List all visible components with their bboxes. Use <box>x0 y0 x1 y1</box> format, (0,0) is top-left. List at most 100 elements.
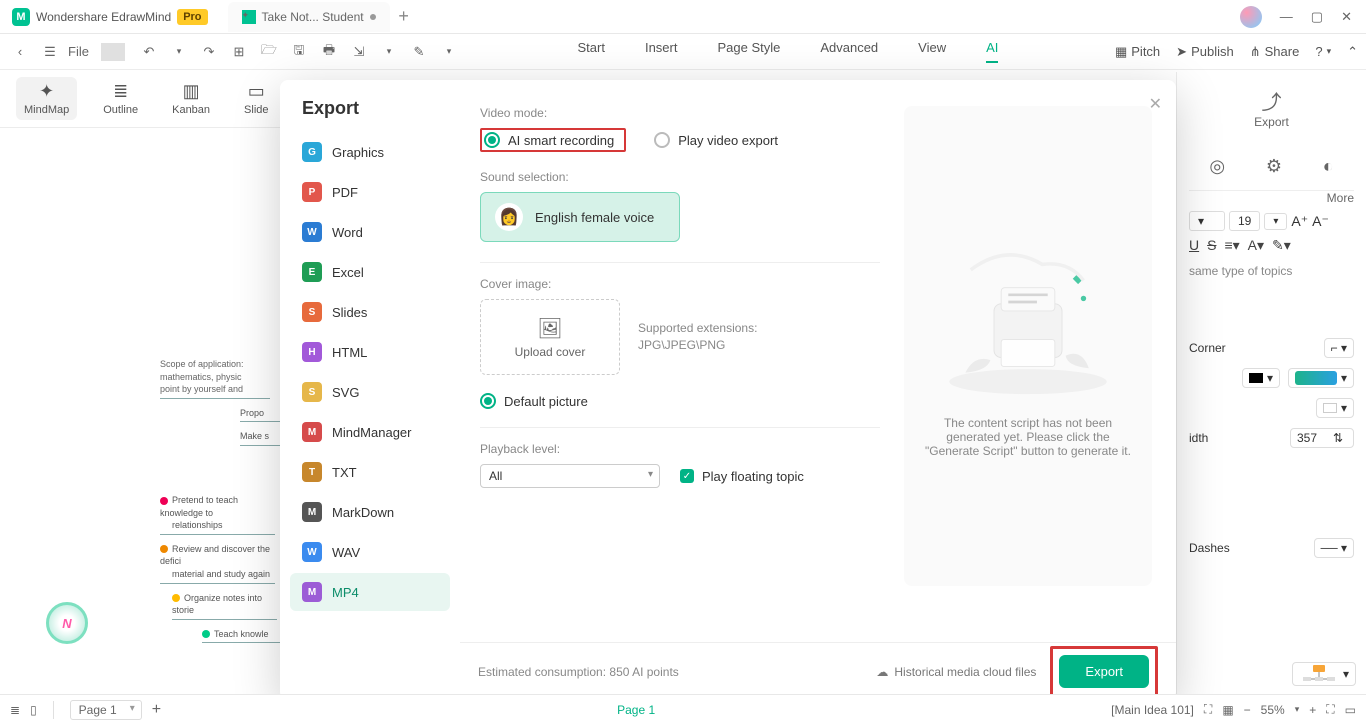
strike-icon[interactable]: S <box>1207 237 1216 254</box>
maximize-button[interactable]: ▢ <box>1311 9 1323 25</box>
tab-advanced[interactable]: Advanced <box>820 40 878 63</box>
publish-button[interactable]: ➤Publish <box>1176 44 1234 60</box>
view-outline[interactable]: ≣ Outline <box>95 77 146 120</box>
cloud-files-link[interactable]: ☁ Historical media cloud files <box>876 665 1036 679</box>
playback-level-select[interactable]: All <box>480 464 660 488</box>
add-page-button[interactable]: + <box>152 701 161 719</box>
publish-icon: ➤ <box>1176 44 1187 60</box>
dashes-select[interactable]: ── ▾ <box>1314 538 1354 558</box>
format-item-mindmanager[interactable]: MMindManager <box>290 413 450 451</box>
format-item-svg[interactable]: SSVG <box>290 373 450 411</box>
pin-icon[interactable]: ◎ <box>1209 156 1225 177</box>
more-link[interactable]: More <box>1189 191 1354 205</box>
layers-icon[interactable]: ≣ <box>10 703 20 717</box>
play-floating-checkbox[interactable]: ✓ Play floating topic <box>680 469 804 484</box>
pitch-button[interactable]: ▦Pitch <box>1115 44 1160 60</box>
radio-label: Play video export <box>678 133 778 148</box>
export-dd-icon[interactable]: ▾ <box>377 46 401 57</box>
zoom-out-button[interactable]: − <box>1244 703 1251 717</box>
border-color-select[interactable]: ▾ <box>1316 398 1354 418</box>
redo-icon[interactable]: ↷ <box>197 44 221 60</box>
printer-illustration-icon <box>938 234 1118 404</box>
zoom-level[interactable]: 55% <box>1261 703 1285 717</box>
tab-ai[interactable]: AI <box>986 40 998 63</box>
edit-dd-icon[interactable]: ▾ <box>437 46 461 57</box>
format-item-graphics[interactable]: GGraphics <box>290 133 450 171</box>
panel-icon[interactable]: ▯ <box>30 703 37 717</box>
export-mini-icon[interactable]: ⇲ <box>347 44 371 60</box>
voice-selection[interactable]: 👩 English female voice <box>480 192 680 242</box>
font-size-input[interactable]: 19 <box>1229 211 1260 231</box>
document-tab[interactable]: ✦ Take Not... Student <box>228 2 390 32</box>
upload-cover-button[interactable]: 🖼 Upload cover <box>480 299 620 375</box>
font-smaller-icon[interactable]: A⁻ <box>1312 213 1329 230</box>
radio-play-video-export[interactable]: Play video export <box>654 132 778 148</box>
align-icon[interactable]: ≡▾ <box>1224 237 1239 254</box>
grid-icon[interactable]: ▦ <box>1222 703 1233 717</box>
export-tool[interactable]: ⤴ Export <box>1189 80 1354 143</box>
close-button[interactable]: ✕ <box>1341 9 1352 25</box>
view-kanban[interactable]: ▥ Kanban <box>164 77 218 120</box>
save-icon[interactable]: 🖫 <box>287 41 311 63</box>
corner-select[interactable]: ⌐ ▾ <box>1324 338 1354 358</box>
gear-icon[interactable]: ⚙ <box>1266 156 1282 177</box>
format-item-markdown[interactable]: MMarkDown <box>290 493 450 531</box>
text-color-icon[interactable]: A▾ <box>1248 237 1264 254</box>
file-menu[interactable]: File <box>68 44 89 59</box>
undo-icon[interactable]: ↶ <box>137 44 161 60</box>
view-slide[interactable]: ▭ Slide <box>236 77 276 120</box>
menu-tabs: Start Insert Page Style Advanced View AI <box>461 40 1115 63</box>
collapse-panel-icon[interactable]: ▭ <box>1345 703 1356 717</box>
format-item-txt[interactable]: TTXT <box>290 453 450 491</box>
fill-select[interactable]: ▾ <box>1242 368 1280 388</box>
format-item-slides[interactable]: SSlides <box>290 293 450 331</box>
format-item-mp4[interactable]: MMP4 <box>290 573 450 611</box>
help-button[interactable]: ?▾ <box>1315 44 1331 59</box>
tab-insert[interactable]: Insert <box>645 40 678 63</box>
highlight-icon[interactable]: ✎▾ <box>1272 237 1291 254</box>
ai-assistant-button[interactable]: N <box>46 602 88 644</box>
app-tab[interactable]: M Wondershare EdrawMind Pro <box>0 0 220 34</box>
width-input[interactable]: 357⇅ <box>1290 428 1354 448</box>
share-button[interactable]: ⋔Share <box>1250 44 1300 60</box>
undo-dd-icon[interactable]: ▾ <box>167 46 191 57</box>
gradient-select[interactable]: ▾ <box>1288 368 1354 388</box>
format-item-word[interactable]: WWord <box>290 213 450 251</box>
dialog-close-button[interactable]: ✕ <box>1149 94 1162 114</box>
tab-view[interactable]: View <box>918 40 946 63</box>
tab-start[interactable]: Start <box>577 40 604 63</box>
view-mindmap[interactable]: ✦ MindMap <box>16 77 77 120</box>
new-icon[interactable]: ⊞ <box>227 44 251 60</box>
export-button[interactable]: Export <box>1059 655 1149 688</box>
cloud-icon: ☁ <box>876 665 888 679</box>
layout-select[interactable]: ▾ <box>1292 662 1356 686</box>
font-family-select[interactable]: ▾ <box>1189 211 1225 231</box>
collapse-icon[interactable]: ⌃ <box>1347 44 1358 60</box>
fullscreen-icon[interactable]: ⛶ <box>1326 702 1334 717</box>
fit-icon[interactable]: ⛶ <box>1204 702 1212 717</box>
format-item-excel[interactable]: EExcel <box>290 253 450 291</box>
open-icon[interactable]: 🗁 <box>257 41 281 63</box>
menu-icon[interactable]: ☰ <box>38 44 62 60</box>
user-avatar[interactable] <box>1240 6 1262 28</box>
export-settings-column: Video mode: AI smart recording Play vide… <box>480 106 880 632</box>
format-item-wav[interactable]: WWAV <box>290 533 450 571</box>
back-icon[interactable]: ‹ <box>8 44 32 59</box>
clock-icon[interactable]: ◐ <box>1323 156 1334 177</box>
page-selector[interactable]: Page 1 <box>70 700 142 720</box>
tab-page-style[interactable]: Page Style <box>717 40 780 63</box>
radio-default-picture[interactable]: Default picture <box>480 393 880 409</box>
zoom-in-button[interactable]: + <box>1309 703 1316 717</box>
format-item-html[interactable]: HHTML <box>290 333 450 371</box>
format-item-pdf[interactable]: PPDF <box>290 173 450 211</box>
edit-icon[interactable]: ✎ <box>407 44 431 60</box>
font-size-dd[interactable]: ▾ <box>1264 213 1287 230</box>
print-icon[interactable]: 🖶 <box>317 41 341 63</box>
font-bigger-icon[interactable]: A⁺ <box>1291 213 1308 230</box>
underline-icon[interactable]: U <box>1189 237 1199 254</box>
format-icon: W <box>302 542 322 562</box>
format-icon: H <box>302 342 322 362</box>
minimize-button[interactable]: — <box>1280 9 1293 24</box>
add-tab-button[interactable]: + <box>390 3 418 31</box>
radio-ai-smart-recording[interactable]: AI smart recording <box>484 132 614 148</box>
